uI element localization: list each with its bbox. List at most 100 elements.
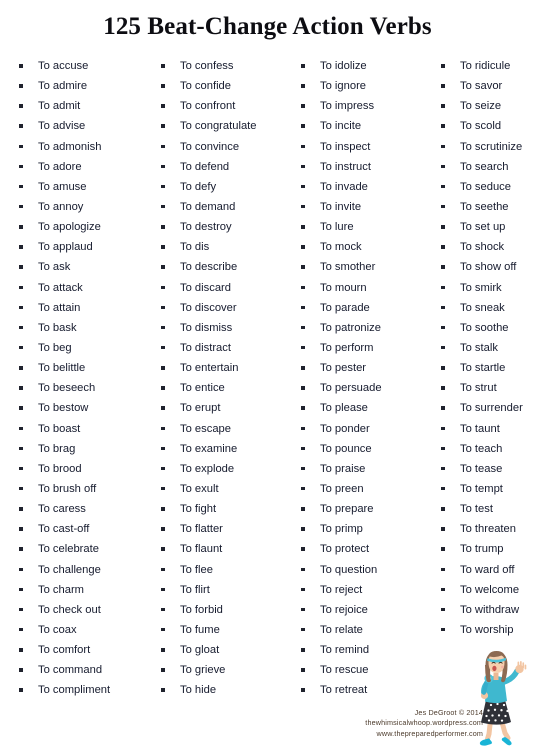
- square-bullet-icon: [161, 527, 165, 531]
- square-bullet-icon: [301, 225, 305, 229]
- square-bullet-icon: [19, 486, 23, 491]
- square-bullet-icon: [19, 547, 23, 551]
- square-bullet-icon: [441, 245, 445, 249]
- verb-label: To comfort: [38, 644, 91, 657]
- verb-label: To explode: [180, 462, 235, 475]
- verb-label: To discover: [180, 301, 237, 314]
- verb-label: To charm: [38, 583, 85, 596]
- square-bullet-icon: [19, 245, 23, 249]
- verb-label: To incite: [320, 120, 362, 133]
- verb-list-item: To shock: [436, 237, 535, 257]
- verb-label: To annoy: [38, 200, 84, 213]
- verb-label: To pounce: [320, 442, 372, 455]
- verb-label: To reject: [320, 583, 363, 596]
- verb-list-item: To advise: [14, 116, 154, 136]
- verb-list-item: To demand: [156, 197, 296, 217]
- verb-label: To taunt: [460, 422, 500, 435]
- square-bullet-icon: [161, 164, 165, 169]
- square-bullet-icon: [19, 84, 23, 88]
- verb-label: To invade: [320, 180, 368, 193]
- verb-list-item: To mock: [296, 237, 436, 257]
- square-bullet-icon: [19, 587, 23, 592]
- square-bullet-icon: [19, 527, 23, 531]
- verb-label: To worship: [460, 623, 514, 636]
- verb-label: To caress: [38, 503, 86, 516]
- verb-label: To savor: [460, 80, 503, 93]
- verb-list-item: To remind: [296, 640, 436, 660]
- verb-list-item: To praise: [296, 459, 436, 479]
- verb-list-item: To soothe: [436, 318, 535, 338]
- verb-label: To advise: [38, 120, 86, 133]
- verb-list-item: To pester: [296, 358, 436, 378]
- verb-label: To ponder: [320, 422, 370, 435]
- verb-label: To praise: [320, 462, 366, 475]
- square-bullet-icon: [301, 386, 305, 390]
- verb-label: To seize: [460, 100, 502, 113]
- square-bullet-icon: [301, 607, 305, 612]
- verb-list-item: To explode: [156, 459, 296, 479]
- square-bullet-icon: [19, 648, 23, 652]
- square-bullet-icon: [301, 426, 305, 431]
- verb-label: To ignore: [320, 80, 367, 93]
- square-bullet-icon: [301, 567, 305, 572]
- verb-label: To fight: [180, 503, 217, 516]
- verb-label: To fume: [180, 623, 220, 636]
- verb-list-item: To charm: [14, 580, 154, 600]
- verb-list-item: To attack: [14, 278, 154, 298]
- verb-list-item: To command: [14, 660, 154, 680]
- verb-label: To adore: [38, 160, 82, 173]
- verb-label: To patronize: [320, 321, 381, 334]
- verb-list-item: To test: [436, 499, 535, 519]
- verb-label: To smirk: [460, 281, 502, 294]
- verb-list-item: To caress: [14, 499, 154, 519]
- square-bullet-icon: [161, 124, 165, 128]
- square-bullet-icon: [301, 265, 305, 269]
- verb-label: To sneak: [460, 301, 505, 314]
- square-bullet-icon: [301, 184, 305, 189]
- verb-list-item: To describe: [156, 257, 296, 277]
- verb-list-item: To applaud: [14, 237, 154, 257]
- verb-label: To protect: [320, 543, 370, 556]
- square-bullet-icon: [441, 527, 445, 531]
- verb-list-item: To accuse: [14, 56, 154, 76]
- verb-label: To smother: [320, 261, 376, 274]
- verb-label: To relate: [320, 623, 363, 636]
- square-bullet-icon: [161, 144, 165, 149]
- verb-label: To admire: [38, 80, 88, 93]
- verb-label: To confront: [180, 100, 236, 113]
- square-bullet-icon: [441, 366, 445, 370]
- verb-label: To discard: [180, 281, 231, 294]
- verb-columns-container: To accuse To admire To admit To advise To ad…: [0, 56, 535, 701]
- verb-label: To examine: [180, 442, 238, 455]
- verb-list-item: To boast: [14, 419, 154, 439]
- square-bullet-icon: [441, 567, 445, 572]
- square-bullet-icon: [19, 446, 23, 451]
- verb-label: To scrutinize: [460, 140, 523, 153]
- verb-label: To bask: [38, 321, 77, 334]
- verb-label: To trump: [460, 543, 504, 556]
- square-bullet-icon: [19, 285, 23, 290]
- verb-label: To shock: [460, 241, 505, 254]
- verb-label: To entice: [180, 382, 225, 395]
- verb-column-1: To accuse To admire To admit To advise To ad…: [14, 56, 154, 701]
- verb-label: To dis: [180, 241, 210, 254]
- verb-column-3: To idolize To ignore To impress To incite To…: [296, 56, 436, 701]
- square-bullet-icon: [441, 406, 445, 410]
- verb-label: To convince: [180, 140, 240, 153]
- verb-list-item: To hide: [156, 680, 296, 700]
- square-bullet-icon: [161, 466, 165, 471]
- square-bullet-icon: [19, 164, 23, 169]
- verb-list-item: To belittle: [14, 358, 154, 378]
- verb-list-item: To pounce: [296, 439, 436, 459]
- verb-list-4: To ridicule To savor To seize To scold To sc…: [436, 56, 535, 640]
- square-bullet-icon: [19, 265, 23, 269]
- verb-list-item: To attain: [14, 298, 154, 318]
- square-bullet-icon: [301, 466, 305, 471]
- verb-list-item: To smother: [296, 257, 436, 277]
- verb-label: To flaunt: [180, 543, 223, 556]
- square-bullet-icon: [301, 648, 305, 652]
- verb-label: To tempt: [460, 482, 503, 495]
- verb-label: To please: [320, 402, 368, 415]
- verb-label: To set up: [460, 221, 506, 234]
- verb-list-item: To destroy: [156, 217, 296, 237]
